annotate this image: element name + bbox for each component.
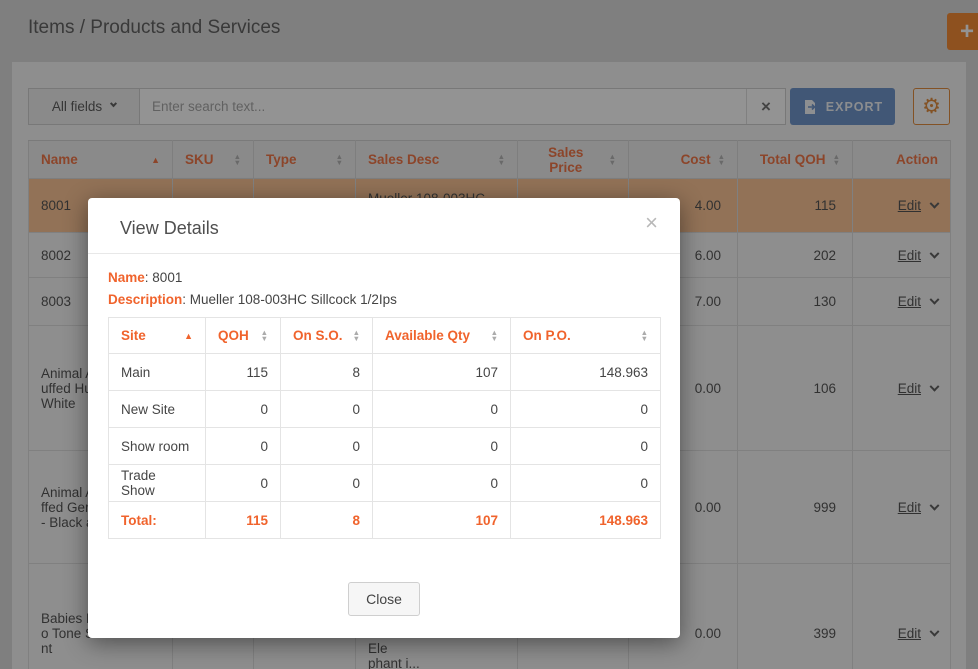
modal-body: Name: 8001 Description: Mueller 108-003H… [88, 254, 680, 539]
cell-qoh: 0 [205, 390, 281, 428]
column-label: QOH [218, 328, 249, 343]
total-row: Total: 115 8 107 148.963 [108, 501, 661, 539]
cell-total-available-qty: 107 [372, 501, 511, 539]
cell-total-on-so: 8 [280, 501, 373, 539]
site-row: New Site 0 0 0 0 [108, 390, 661, 428]
cell-on-so: 0 [280, 390, 373, 428]
column-header-on-so[interactable]: On S.O. ▲ ▼ [280, 317, 373, 354]
cell-total-label: Total: [108, 501, 206, 539]
column-label: On S.O. [293, 328, 343, 343]
site-table-header-row: Site ▲ QOH ▲ ▼ On S.O. ▲ ▼ Available Qty ▲… [108, 317, 661, 354]
modal-close-icon[interactable]: × [645, 212, 658, 234]
column-header-site[interactable]: Site ▲ [108, 317, 206, 354]
description-label: Description [108, 292, 183, 307]
modal-title: View Details [120, 218, 219, 238]
column-label: Site [121, 328, 146, 343]
item-name-line: Name: 8001 [108, 270, 183, 285]
close-button[interactable]: Close [348, 582, 420, 616]
description-value: Mueller 108-003HC Sillcock 1/2Ips [189, 292, 397, 307]
cell-available-qty: 107 [372, 353, 511, 391]
cell-site: New Site [108, 390, 206, 428]
cell-available-qty: 0 [372, 427, 511, 465]
column-label: On P.O. [523, 328, 571, 343]
cell-on-po: 0 [510, 427, 661, 465]
item-description-line: Description: Mueller 108-003HC Sillcock … [108, 292, 397, 307]
cell-total-qoh: 115 [205, 501, 281, 539]
cell-on-po: 0 [510, 390, 661, 428]
cell-on-so: 0 [280, 427, 373, 465]
cell-on-po: 148.963 [510, 353, 661, 391]
sort-icons: ▲▼ [640, 327, 648, 343]
cell-total-on-po: 148.963 [510, 501, 661, 539]
sort-icons: ▲▼ [352, 327, 360, 343]
column-header-on-po[interactable]: On P.O. ▲ ▼ [510, 317, 661, 354]
cell-site: Main [108, 353, 206, 391]
column-header-available-qty[interactable]: Available Qty ▲ ▼ [372, 317, 511, 354]
cell-on-so: 8 [280, 353, 373, 391]
column-label: Available Qty [385, 328, 471, 343]
cell-on-po: 0 [510, 464, 661, 502]
cell-qoh: 115 [205, 353, 281, 391]
cell-qoh: 0 [205, 427, 281, 465]
site-quantities-table: Site ▲ QOH ▲ ▼ On S.O. ▲ ▼ Available Qty ▲… [108, 317, 661, 539]
name-label: Name [108, 270, 145, 285]
site-row: Show room 0 0 0 0 [108, 427, 661, 465]
sort-icons: ▲▼ [490, 327, 498, 343]
name-value: 8001 [152, 270, 183, 285]
cell-on-so: 0 [280, 464, 373, 502]
column-header-qoh[interactable]: QOH ▲ ▼ [205, 317, 281, 354]
site-row: Trade Show 0 0 0 0 [108, 464, 661, 502]
cell-available-qty: 0 [372, 390, 511, 428]
cell-available-qty: 0 [372, 464, 511, 502]
site-row: Main 115 8 107 148.963 [108, 353, 661, 391]
modal-footer: Close [88, 582, 680, 616]
sort-asc-icon: ▲ [184, 330, 193, 341]
sort-icons: ▲▼ [260, 327, 268, 343]
view-details-modal: View Details × Name: 8001 Description: M… [88, 198, 680, 638]
cell-qoh: 0 [205, 464, 281, 502]
cell-site: Show room [108, 427, 206, 465]
cell-site: Trade Show [108, 464, 206, 502]
modal-header: View Details × [88, 198, 680, 254]
